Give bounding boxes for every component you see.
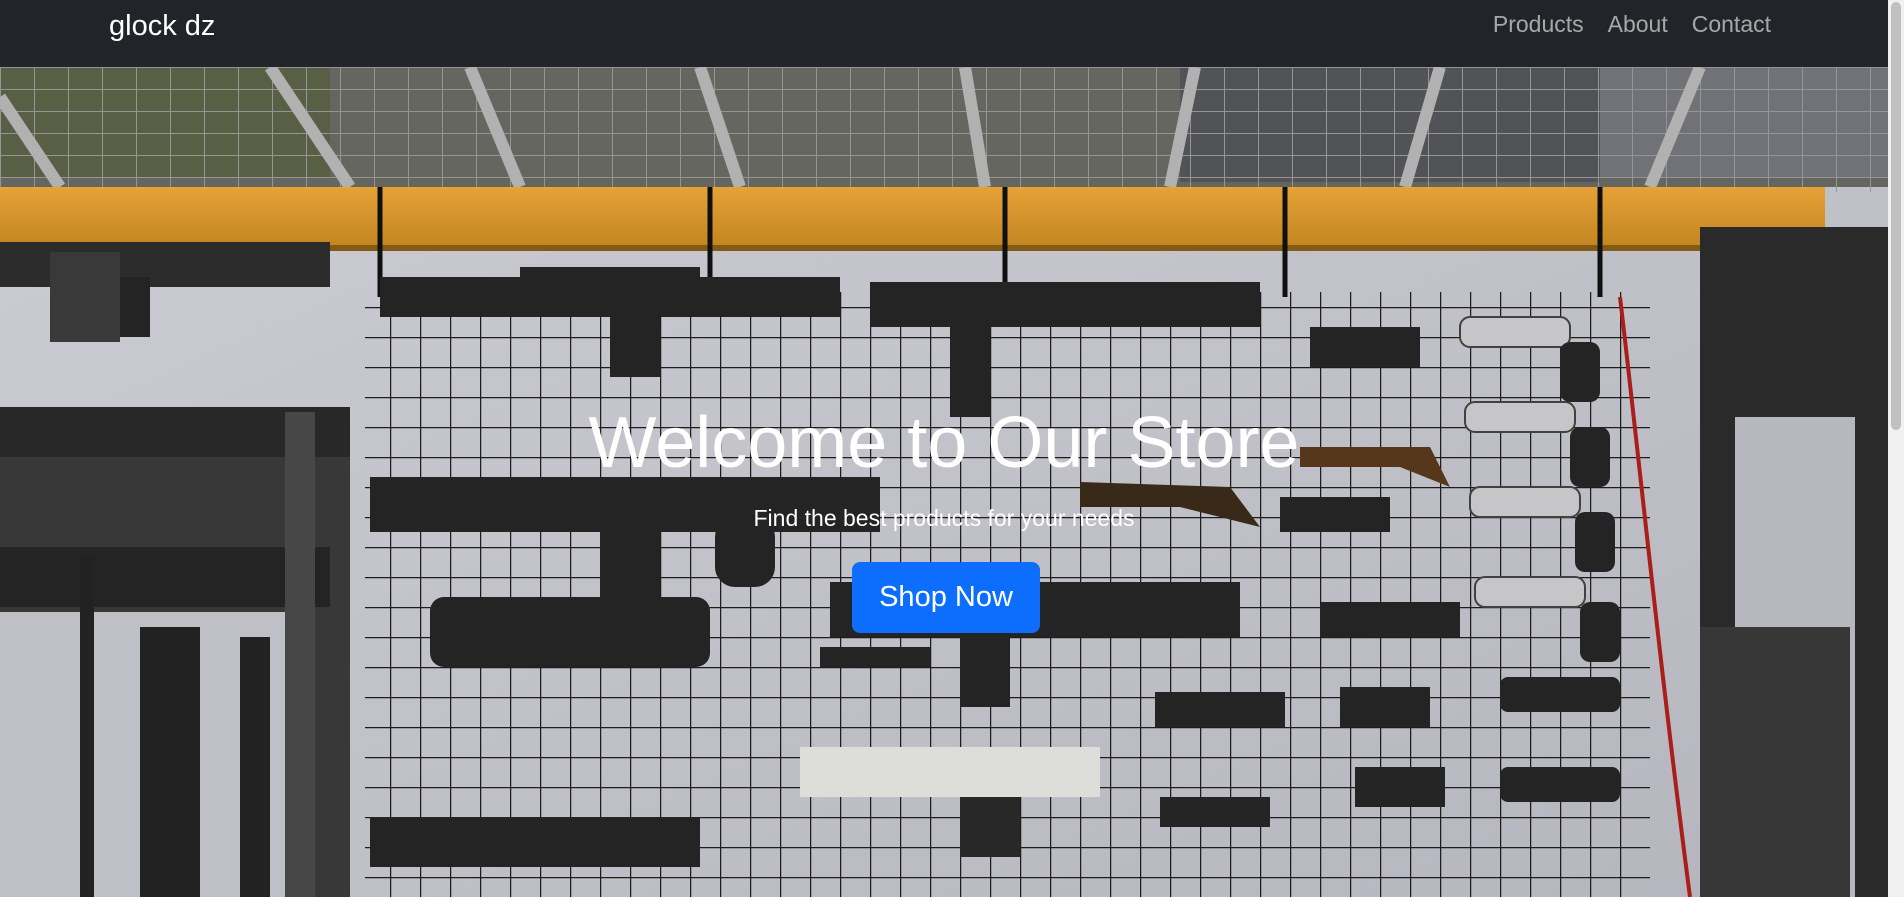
shop-now-button[interactable]: Shop Now [852, 562, 1040, 633]
nav-link-about[interactable]: About [1608, 11, 1668, 38]
nav-links: Products About Contact [1493, 11, 1771, 38]
page-scrollbar[interactable] [1888, 0, 1904, 897]
hero-content: Welcome to Our Store Find the best produ… [0, 67, 1888, 897]
navbar: glock dz Products About Contact [0, 0, 1888, 67]
hero-title: Welcome to Our Store [588, 403, 1300, 483]
nav-link-products[interactable]: Products [1493, 11, 1584, 38]
nav-link-contact[interactable]: Contact [1692, 11, 1771, 38]
hero-subtitle: Find the best products for your needs [753, 505, 1135, 531]
page: glock dz Products About Contact Welcome … [0, 0, 1904, 897]
hero-section: Welcome to Our Store Find the best produ… [0, 67, 1888, 897]
scrollbar-thumb[interactable] [1891, 2, 1901, 430]
brand-logo[interactable]: glock dz [109, 10, 215, 43]
